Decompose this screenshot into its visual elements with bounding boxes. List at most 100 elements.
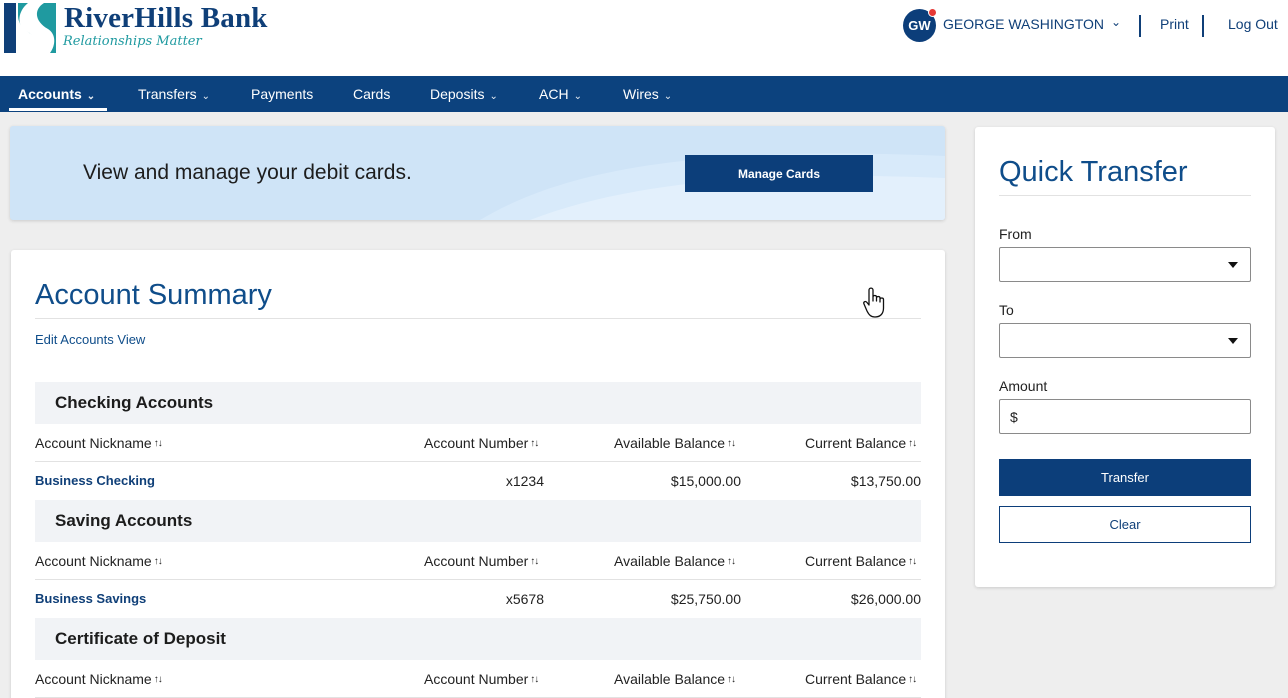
- column-header-label: Current Balance: [805, 435, 907, 451]
- account-number: x5678: [505, 591, 544, 607]
- column-header-account-number[interactable]: Account Number ↑↓: [424, 553, 539, 569]
- nav-item-wires[interactable]: Wires ⌄: [623, 76, 672, 112]
- column-header-label: Available Balance: [614, 671, 726, 687]
- column-header-nickname[interactable]: Account Nickname ↑↓: [35, 435, 163, 451]
- sort-arrows-icon[interactable]: ↑↓: [530, 438, 539, 449]
- debit-card-banner: View and manage your debit cards. Manage…: [10, 126, 945, 220]
- column-header-label: Account Number: [424, 553, 529, 569]
- title-divider: [35, 318, 921, 319]
- column-header-row: Account Nickname ↑↓ Account Number ↑↓ Avai…: [35, 660, 921, 698]
- sort-arrows-icon[interactable]: ↑↓: [908, 674, 917, 685]
- bank-tagline: Relationships Matter: [63, 34, 202, 49]
- section-title: Saving Accounts: [55, 511, 193, 530]
- hand-pointer-cursor-icon: [863, 287, 885, 318]
- to-label: To: [999, 302, 1014, 318]
- account-nickname-link[interactable]: Business Savings: [35, 591, 146, 606]
- nav-item-accounts[interactable]: Accounts ⌄: [18, 76, 95, 112]
- chevron-down-icon: ⌄: [489, 91, 498, 102]
- nav-item-label: Transfers: [138, 86, 197, 102]
- section-title: Certificate of Deposit: [55, 629, 226, 648]
- column-header-label: Available Balance: [614, 435, 726, 451]
- nav-item-transfers[interactable]: Transfers ⌄: [138, 76, 210, 112]
- bank-logo-icon: [4, 3, 56, 53]
- current-balance: $13,750.00: [850, 473, 921, 489]
- column-header-account-number[interactable]: Account Number ↑↓: [424, 671, 539, 687]
- column-header-current-balance[interactable]: Current Balance ↑↓: [805, 553, 917, 569]
- table-row: Business Checking x1234 $15,000.00 $13,7…: [35, 462, 921, 499]
- edit-accounts-view-link[interactable]: Edit Accounts View: [35, 332, 145, 347]
- user-name[interactable]: GEORGE WASHINGTON: [943, 16, 1104, 32]
- currency-prefix: $: [1010, 409, 1018, 425]
- title-divider: [999, 195, 1251, 196]
- manage-cards-button[interactable]: Manage Cards: [685, 155, 873, 192]
- nav-item-label: Cards: [353, 86, 391, 102]
- sort-arrows-icon[interactable]: ↑↓: [154, 438, 163, 449]
- column-header-label: Account Number: [424, 671, 529, 687]
- header-divider: [1139, 15, 1141, 37]
- column-header-label: Account Nickname: [35, 671, 152, 687]
- available-balance: $25,750.00: [670, 591, 741, 607]
- sort-arrows-icon[interactable]: ↑↓: [154, 674, 163, 685]
- column-header-nickname[interactable]: Account Nickname ↑↓: [35, 671, 163, 687]
- site-header: RiverHills Bank Relationships Matter GW …: [0, 0, 1288, 76]
- column-header-label: Current Balance: [805, 671, 907, 687]
- column-header-account-number[interactable]: Account Number ↑↓: [424, 435, 539, 451]
- account-nickname-link[interactable]: Business Checking: [35, 473, 155, 488]
- caret-down-icon: [1228, 338, 1238, 344]
- section-header-savings: Saving Accounts: [35, 500, 921, 542]
- nav-item-deposits[interactable]: Deposits ⌄: [430, 76, 498, 112]
- sort-arrows-icon[interactable]: ↑↓: [530, 556, 539, 567]
- sort-arrows-icon[interactable]: ↑↓: [530, 674, 539, 685]
- to-account-select[interactable]: [999, 323, 1251, 358]
- header-divider: [1202, 15, 1204, 37]
- page-title: Account Summary: [35, 279, 272, 311]
- column-header-row: Account Nickname ↑↓ Account Number ↑↓ Avai…: [35, 424, 921, 462]
- chevron-down-icon[interactable]: ⌄: [1111, 15, 1121, 29]
- sort-arrows-icon[interactable]: ↑↓: [908, 438, 917, 449]
- bank-name: RiverHills Bank: [64, 2, 268, 34]
- banner-text: View and manage your debit cards.: [83, 161, 412, 184]
- column-header-label: Available Balance: [614, 553, 726, 569]
- chevron-down-icon: ⌄: [86, 91, 96, 102]
- bank-logo[interactable]: RiverHills Bank Relationships Matter: [4, 2, 324, 55]
- column-header-label: Account Number: [424, 435, 529, 451]
- print-link[interactable]: Print: [1160, 16, 1189, 32]
- sort-arrows-icon[interactable]: ↑↓: [908, 556, 917, 567]
- section-header-certificate-of-deposit: Certificate of Deposit: [35, 618, 921, 660]
- column-header-label: Current Balance: [805, 553, 907, 569]
- sort-arrows-icon[interactable]: ↑↓: [154, 556, 163, 567]
- logout-link[interactable]: Log Out: [1228, 16, 1278, 32]
- nav-item-payments[interactable]: Payments: [251, 76, 313, 112]
- column-header-current-balance[interactable]: Current Balance ↑↓: [805, 671, 917, 687]
- nav-item-cards[interactable]: Cards: [353, 76, 390, 112]
- nav-item-label: Deposits: [430, 86, 485, 102]
- from-label: From: [999, 226, 1032, 242]
- table-row: Business Savings x5678 $25,750.00 $26,00…: [35, 580, 921, 617]
- nav-item-ach[interactable]: ACH ⌄: [539, 76, 582, 112]
- column-header-nickname[interactable]: Account Nickname ↑↓: [35, 553, 163, 569]
- column-header-available-balance[interactable]: Available Balance ↑↓: [614, 435, 736, 451]
- quick-transfer-title: Quick Transfer: [999, 156, 1188, 188]
- sort-arrows-icon[interactable]: ↑↓: [727, 556, 736, 567]
- from-account-select[interactable]: [999, 247, 1251, 282]
- chevron-down-icon: ⌄: [573, 91, 582, 102]
- column-header-current-balance[interactable]: Current Balance ↑↓: [805, 435, 917, 451]
- clear-button[interactable]: Clear: [999, 506, 1251, 543]
- amount-input[interactable]: $: [999, 399, 1251, 434]
- column-header-available-balance[interactable]: Available Balance ↑↓: [614, 671, 736, 687]
- column-header-label: Account Nickname: [35, 553, 152, 569]
- sort-arrows-icon[interactable]: ↑↓: [727, 438, 736, 449]
- notification-dot-icon: [928, 8, 937, 17]
- caret-down-icon: [1228, 262, 1238, 268]
- column-header-label: Account Nickname: [35, 435, 152, 451]
- nav-item-label: Wires: [623, 86, 659, 102]
- section-title: Checking Accounts: [55, 393, 214, 412]
- column-header-available-balance[interactable]: Available Balance ↑↓: [614, 553, 736, 569]
- sort-arrows-icon[interactable]: ↑↓: [727, 674, 736, 685]
- transfer-button[interactable]: Transfer: [999, 459, 1251, 496]
- chevron-down-icon: ⌄: [663, 91, 673, 102]
- account-number: x1234: [505, 473, 544, 489]
- section-header-checking: Checking Accounts: [35, 382, 921, 424]
- active-nav-indicator: [9, 108, 107, 111]
- main-nav: Accounts ⌄ Transfers ⌄ Payments Cards Depo…: [0, 76, 1288, 112]
